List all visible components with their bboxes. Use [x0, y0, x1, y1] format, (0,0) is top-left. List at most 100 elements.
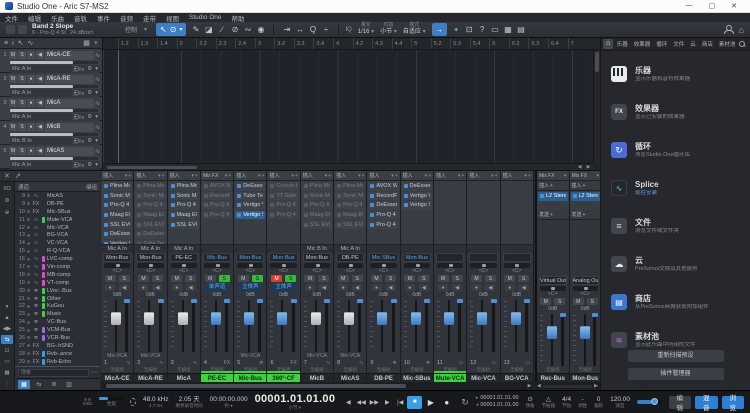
volume-value[interactable]: 0dB [134, 292, 166, 299]
automation-icon[interactable]: ∿ [28, 39, 34, 47]
insert-slot[interactable]: SSL EVO Ch [135, 220, 165, 229]
channel-color-chip[interactable] [42, 201, 45, 207]
record-arm-button[interactable]: ● [138, 284, 148, 291]
record-arm-button[interactable]: ● [27, 99, 35, 107]
view-tool-button[interactable]: ▦ [502, 23, 515, 36]
add-insert-icon[interactable]: + [162, 173, 165, 179]
add-insert-icon[interactable]: + [495, 173, 498, 179]
insert-slot[interactable]: Maag EQH [335, 211, 365, 220]
volume-value[interactable]: 0dB [434, 292, 466, 299]
chevron-down-icon[interactable]: ▾ [95, 162, 98, 168]
plugin-power-icon[interactable] [540, 194, 544, 198]
popout-console-icon[interactable]: ↗ [15, 172, 21, 180]
pan-slider[interactable] [171, 263, 197, 268]
channel-list-row[interactable]: 19 ∿ VT-comp [15, 279, 100, 287]
plugin-power-icon[interactable] [171, 213, 175, 217]
pan-slider[interactable] [270, 263, 296, 268]
edit-tool-button[interactable]: ◪ [202, 23, 215, 36]
stop-button[interactable]: ■ [407, 396, 422, 409]
record-arm-button[interactable]: ● [372, 284, 382, 291]
volume-value[interactable]: 0dB [401, 292, 433, 299]
record-arm-button[interactable]: ● [405, 284, 415, 291]
monitor-button[interactable]: ◀ [36, 51, 44, 59]
insert-slot[interactable]: RecordPlaye [368, 192, 398, 201]
volume-value[interactable]: 0dB [168, 292, 200, 299]
plugin-power-icon[interactable] [304, 223, 308, 227]
plugin-power-icon[interactable] [137, 223, 141, 227]
menu-item[interactable]: 编辑 [28, 13, 41, 23]
key-signature[interactable]: - 调性 [578, 396, 587, 409]
monitor-button[interactable]: ◀ [186, 284, 196, 291]
volume-value[interactable]: 0dB [301, 292, 333, 299]
browser-list-item[interactable]: 云 PreSonus交换及其他服务 [601, 245, 750, 283]
insert-slot[interactable]: SSL EVO Ch [102, 220, 132, 229]
add-insert-icon[interactable]: + [395, 173, 398, 179]
monitor-button[interactable]: ◀ [119, 284, 129, 291]
menu-item[interactable]: 文件 [5, 13, 18, 23]
chevron-down-icon[interactable]: ▾ [95, 66, 98, 72]
volume-value[interactable]: 0dB [570, 306, 602, 313]
insert-slot[interactable]: SSL EVO Ch [169, 220, 199, 229]
inserts-header[interactable]: 插入 ▾ + [501, 171, 533, 181]
monitor-button[interactable]: ◀ [36, 75, 44, 83]
record-button[interactable]: ● [439, 396, 454, 409]
monitor-button[interactable]: ◀ [485, 284, 495, 291]
volume-value[interactable]: 0dB [537, 306, 569, 313]
insert-slot[interactable]: Vertigo Soun [402, 201, 432, 210]
loop-icon[interactable]: ↻ [461, 397, 469, 408]
add-insert-icon[interactable]: + [461, 173, 464, 179]
record-arm-button[interactable]: ● [27, 51, 35, 59]
inserts-header[interactable]: Mix FX ▾ + [201, 171, 233, 181]
tempo-offset[interactable]: 0 偏移 [594, 396, 603, 409]
channel-list-row[interactable]: 15 ▭ R-Q-VCA [15, 247, 100, 255]
channel-list-row[interactable]: 27 FX BG-.hSND [15, 342, 100, 350]
insert-slot[interactable]: Plina Mono 3 [335, 182, 365, 191]
channel-color-chip[interactable] [42, 311, 45, 317]
return-to-start-button[interactable]: |◀ [394, 399, 406, 406]
channel-list-row[interactable]: 29 FX Rvb-Echo [15, 358, 100, 366]
channel-color-chip[interactable] [42, 209, 45, 215]
plugin-power-icon[interactable] [137, 194, 141, 198]
prev-bar-button[interactable]: ◀ [342, 399, 354, 406]
plugin-power-icon[interactable] [304, 194, 308, 198]
mute-button[interactable]: M [271, 275, 282, 282]
sends-header[interactable]: 发送 + [537, 210, 569, 220]
channel-color-chip[interactable] [42, 232, 45, 238]
mute-button[interactable]: M [404, 275, 415, 282]
channel-color-chip[interactable] [42, 351, 45, 357]
output-strips-scrollbar[interactable]: ◀ ▶ [535, 382, 600, 390]
channel-fader[interactable] [269, 299, 297, 353]
channel-color-chip[interactable] [42, 303, 45, 309]
fader-cap[interactable] [144, 312, 154, 325]
channel-color-chip[interactable] [42, 240, 45, 246]
channel-color-chip[interactable] [42, 225, 45, 231]
plugin-power-icon[interactable] [204, 203, 208, 207]
plugin-power-icon[interactable] [104, 184, 108, 188]
track-gear-icon[interactable]: ⚙ [87, 114, 92, 120]
view-tool-button[interactable]: + [450, 23, 463, 36]
plugin-power-icon[interactable] [337, 184, 341, 188]
plugin-power-icon[interactable] [370, 203, 374, 207]
channel-fader[interactable] [103, 299, 131, 353]
nav-tool-button[interactable]: ↔ [293, 23, 306, 36]
track-fx-label[interactable]: 无Fx [73, 89, 85, 97]
insert-slot[interactable]: Plina Mono [102, 182, 132, 191]
menu-item[interactable]: 乐曲 [51, 13, 64, 23]
solo-button[interactable]: S [18, 147, 26, 155]
channel-list-row[interactable]: 22 ≣ KuGou [15, 302, 100, 310]
pan-slider[interactable] [304, 263, 330, 268]
output-select[interactable]: Mic-Bus [203, 253, 231, 262]
chevron-down-icon[interactable]: ▾ [225, 173, 228, 179]
insert-slot[interactable]: Pro-Q 4 5 [335, 201, 365, 210]
track-input-select[interactable]: Mic A In [12, 162, 31, 168]
add-insert-icon[interactable]: + [228, 173, 231, 179]
channel-fader[interactable] [539, 313, 567, 367]
volume-value[interactable]: 0dB [101, 292, 133, 299]
channel-mode-badge[interactable]: 单声道 [205, 283, 229, 292]
iq-label[interactable]: IQ [345, 27, 351, 33]
mute-button[interactable]: M [338, 275, 349, 282]
mute-button[interactable]: M [573, 298, 584, 305]
solo-button[interactable]: S [587, 298, 598, 305]
plugin-power-icon[interactable] [104, 223, 108, 227]
channel-active-dot[interactable] [27, 289, 30, 292]
